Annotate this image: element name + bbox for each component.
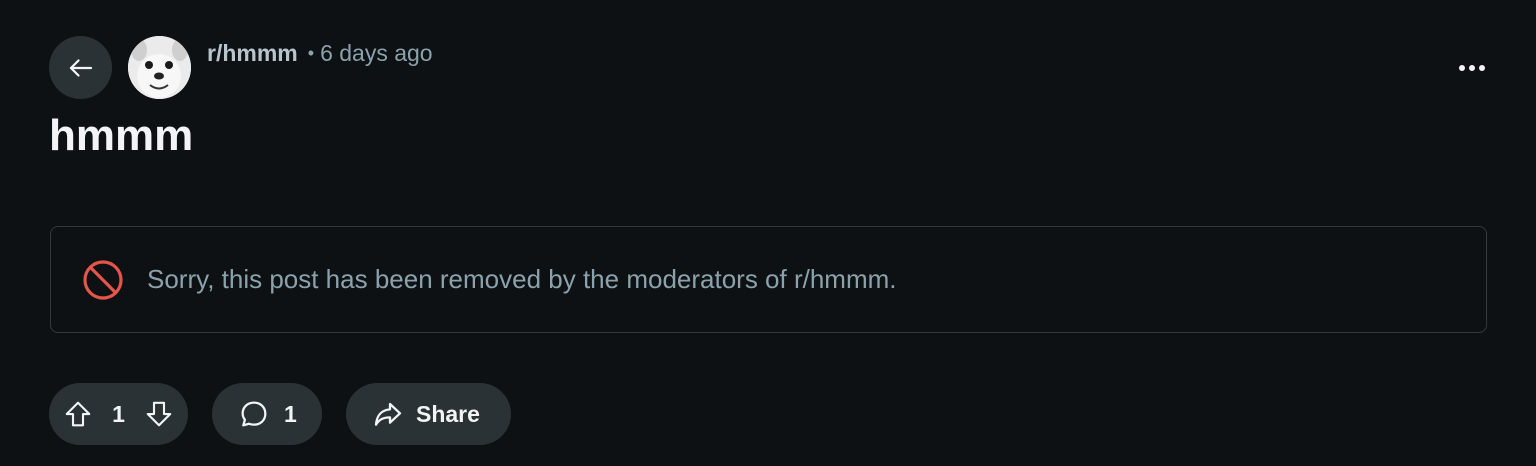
ban-icon — [82, 259, 124, 301]
comment-icon — [238, 398, 270, 430]
share-label: Share — [416, 400, 480, 427]
post-timestamp: 6 days ago — [320, 39, 433, 66]
post-actions: 1 1 Share — [49, 383, 511, 445]
comments-button[interactable]: 1 — [212, 383, 322, 445]
subreddit-link[interactable]: r/hmmm — [207, 40, 298, 67]
post-meta: r/hmmm • 6 days ago — [207, 38, 433, 68]
removed-notice: Sorry, this post has been removed by the… — [50, 226, 1487, 333]
share-icon — [372, 398, 404, 430]
arrow-up-icon — [63, 399, 93, 429]
more-horizontal-icon — [1458, 64, 1486, 72]
arrow-left-icon — [66, 53, 96, 83]
back-button[interactable] — [49, 36, 112, 99]
downvote-button[interactable] — [144, 399, 174, 429]
removed-message: Sorry, this post has been removed by the… — [147, 264, 897, 294]
share-button[interactable]: Share — [346, 383, 511, 445]
meta-separator: • — [307, 42, 315, 63]
post-title: hmmm — [49, 111, 194, 160]
vote-control: 1 — [49, 383, 188, 445]
upvote-button[interactable] — [63, 399, 93, 429]
comment-count: 1 — [284, 400, 297, 427]
subreddit-avatar[interactable] — [128, 36, 191, 99]
vote-count: 1 — [112, 400, 125, 427]
more-options-button[interactable] — [1448, 50, 1496, 86]
post-page: r/hmmm • 6 days ago hmmm Sorry, this pos… — [0, 0, 1536, 466]
arrow-down-icon — [144, 399, 174, 429]
